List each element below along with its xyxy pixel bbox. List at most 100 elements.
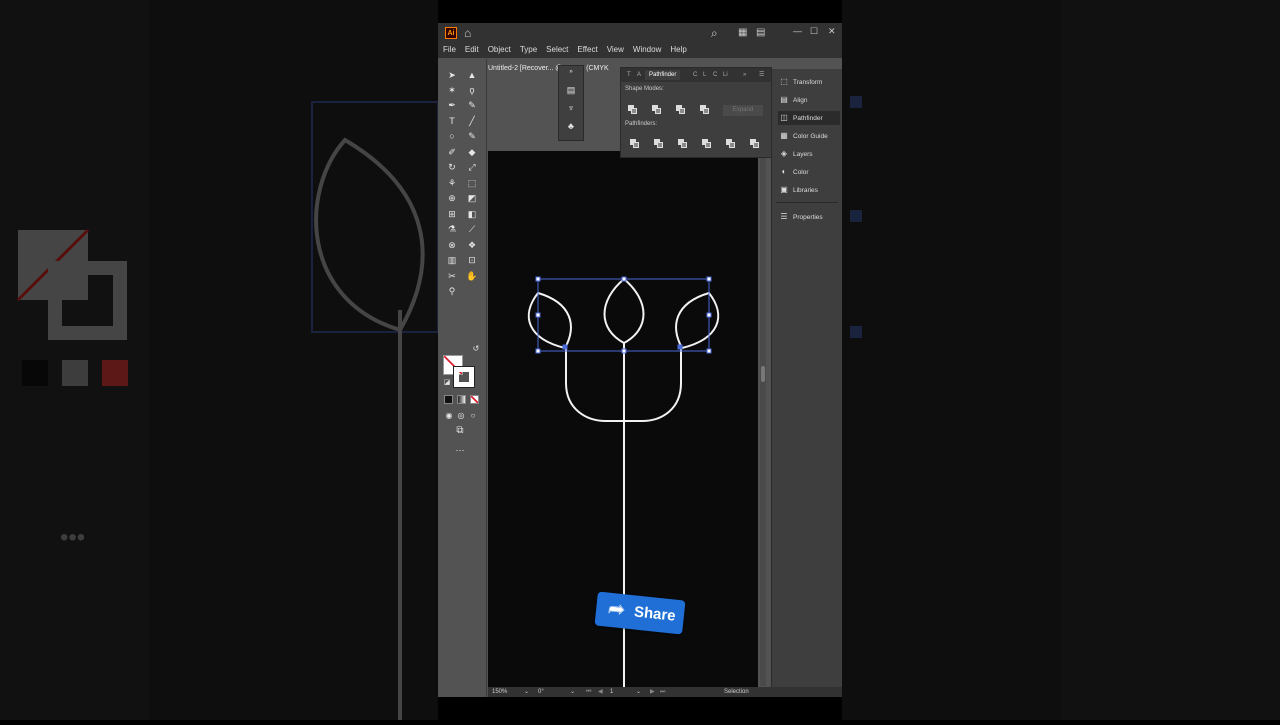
arrange-documents-icon[interactable]: ▦ <box>738 26 747 40</box>
tab-pathfinder[interactable]: Pathfinder <box>645 70 681 80</box>
tab-align[interactable]: A <box>637 70 641 80</box>
tab-transform[interactable]: T <box>627 70 631 80</box>
stroke-swatch[interactable] <box>453 366 475 388</box>
merge-icon[interactable] <box>678 139 688 149</box>
eyedropper-tool-icon[interactable]: ⚗ <box>446 223 458 235</box>
maximize-icon[interactable]: ☐ <box>810 25 818 37</box>
edit-toolbar-icon[interactable]: ⋯ <box>454 444 466 456</box>
shape-builder-tool-icon[interactable]: ⊕ <box>446 192 458 204</box>
dock-item-transform[interactable]: ⬚ Transform <box>778 75 840 89</box>
paintbrush-tool-icon[interactable]: ✎ <box>466 130 478 142</box>
home-icon[interactable]: ⌂ <box>464 26 471 40</box>
exclude-icon[interactable] <box>700 105 710 115</box>
line-tool-icon[interactable]: ╱ <box>466 115 478 127</box>
rotation-dropdown-icon[interactable]: ⌄ <box>570 688 575 696</box>
properties-panel-icon[interactable]: ▤ <box>565 84 577 96</box>
gradient-tool-icon[interactable]: ◧ <box>466 208 478 220</box>
perspective-grid-tool-icon[interactable]: ◩ <box>466 192 478 204</box>
panel-menu-icon[interactable]: ☰ <box>759 70 764 80</box>
menu-object[interactable]: Object <box>483 43 515 58</box>
direct-selection-tool-icon[interactable]: ▲ <box>466 69 478 81</box>
tab-libraries[interactable]: Li <box>723 70 728 80</box>
rotation-field[interactable]: 0° <box>538 688 544 696</box>
vertical-scrollbar[interactable] <box>760 76 766 686</box>
draw-normal-icon[interactable]: ◉ <box>443 410 455 422</box>
minus-front-icon[interactable] <box>652 105 662 115</box>
tab-color-guide[interactable]: C <box>713 70 717 80</box>
menu-effect[interactable]: Effect <box>572 43 601 58</box>
search-icon[interactable]: ⌕ <box>711 26 718 40</box>
unite-icon[interactable] <box>628 105 638 115</box>
zoom-level-field[interactable]: 150% <box>492 688 507 696</box>
hand-tool-icon[interactable]: ✋ <box>466 270 478 282</box>
divide-icon[interactable] <box>630 139 640 149</box>
expand-button[interactable]: Expand <box>723 105 763 116</box>
lasso-tool-icon[interactable]: ϙ <box>466 84 478 96</box>
warp-tool-icon[interactable]: ⚘ <box>446 177 458 189</box>
next-artboard-icon[interactable]: ▶ <box>650 688 655 696</box>
scale-tool-icon[interactable]: ⤢ <box>466 161 478 173</box>
color-mode-icon[interactable] <box>444 395 453 404</box>
dock-item-color[interactable]: ◐ Color <box>778 165 840 179</box>
workspace-icon[interactable]: ▤ <box>756 26 765 40</box>
blend-tool-icon[interactable]: ⊗ <box>446 239 458 251</box>
menu-edit[interactable]: Edit <box>460 43 483 58</box>
selection-tool-icon[interactable]: ➤ <box>446 69 458 81</box>
symbols-icon[interactable]: ♣ <box>565 120 577 132</box>
measure-tool-icon[interactable]: ⟋ <box>466 223 478 235</box>
magic-wand-tool-icon[interactable]: ✶ <box>446 84 458 96</box>
outline-icon[interactable] <box>726 139 736 149</box>
artboard-dropdown-icon[interactable]: ⌄ <box>636 688 641 696</box>
zoom-tool-icon[interactable]: ⚲ <box>446 285 458 297</box>
menu-type[interactable]: Type <box>515 43 541 58</box>
curvature-tool-icon[interactable]: ✎ <box>466 99 478 111</box>
symbol-sprayer-tool-icon[interactable]: ❖ <box>466 239 478 251</box>
menu-window[interactable]: Window <box>628 43 665 58</box>
menu-select[interactable]: Select <box>541 43 572 58</box>
rotate-tool-icon[interactable]: ↻ <box>446 161 458 173</box>
tab-color[interactable]: C <box>693 70 697 80</box>
mesh-tool-icon[interactable]: ⊞ <box>446 208 458 220</box>
draw-behind-icon[interactable]: ◎ <box>455 410 467 422</box>
slice-tool-icon[interactable]: ✂ <box>446 270 458 282</box>
gradient-mode-icon[interactable] <box>457 395 466 404</box>
free-transform-tool-icon[interactable]: ⬚ <box>466 177 478 189</box>
vertical-scroll-thumb[interactable] <box>761 366 765 382</box>
dock-item-layers[interactable]: ◈ Layers <box>778 147 840 161</box>
screen-mode-icon[interactable]: ⧉ <box>454 425 466 437</box>
artboard-tool-icon[interactable]: ⊡ <box>466 254 478 266</box>
minimize-icon[interactable]: — <box>793 25 802 37</box>
shaper-tool-icon[interactable]: ✐ <box>446 146 458 158</box>
menu-view[interactable]: View <box>602 43 628 58</box>
default-fill-stroke-icon[interactable]: ◪ <box>441 377 453 389</box>
document-tab[interactable]: Untitled-2 [Recover... @ 150 % (CMYK <box>488 63 609 75</box>
none-mode-icon[interactable] <box>470 395 479 404</box>
last-artboard-icon[interactable]: ⏭ <box>660 688 665 696</box>
dock-item-properties[interactable]: ☰ Properties <box>778 210 840 224</box>
puppet-warp-icon[interactable]: ♆ <box>565 102 577 114</box>
ellipse-tool-icon[interactable]: ○ <box>446 130 458 142</box>
type-tool-icon[interactable]: T <box>446 115 458 127</box>
dock-item-libraries[interactable]: ▣ Libraries <box>778 183 840 197</box>
column-graph-tool-icon[interactable]: ▥ <box>446 254 458 266</box>
dock-item-pathfinder[interactable]: ◫ Pathfinder <box>778 111 840 125</box>
eraser-tool-icon[interactable]: ◆ <box>466 146 478 158</box>
previous-artboard-icon[interactable]: ◀ <box>598 688 603 696</box>
trim-icon[interactable] <box>654 139 664 149</box>
draw-inside-icon[interactable]: ○ <box>467 410 479 422</box>
dock-item-color-guide[interactable]: ▦ Color Guide <box>778 129 840 143</box>
first-artboard-icon[interactable]: ⏮ <box>586 688 591 696</box>
menu-help[interactable]: Help <box>665 43 690 58</box>
minus-back-icon[interactable] <box>750 139 760 149</box>
menu-file[interactable]: File <box>438 43 460 58</box>
pen-tool-icon[interactable]: ✒ <box>446 99 458 111</box>
intersect-icon[interactable] <box>676 105 686 115</box>
tabs-overflow-icon[interactable]: » <box>743 70 746 80</box>
panel-collapse-icon[interactable]: » <box>565 66 577 78</box>
artboard-number-field[interactable]: 1 <box>610 688 613 696</box>
close-icon[interactable]: ✕ <box>828 25 836 37</box>
tab-layers[interactable]: L <box>703 70 706 80</box>
swap-fill-stroke-icon[interactable]: ↺ <box>470 343 482 355</box>
dock-item-align[interactable]: ▤ Align <box>778 93 840 107</box>
zoom-dropdown-icon[interactable]: ⌄ <box>524 688 529 696</box>
